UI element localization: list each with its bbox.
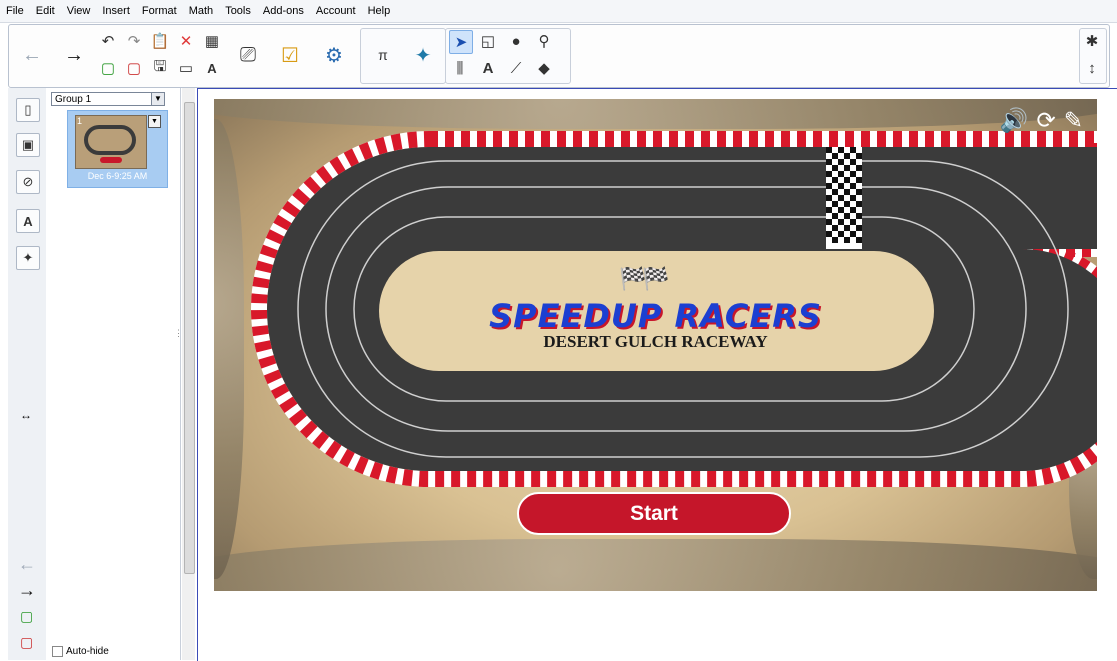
attachments-tab[interactable]: ⊘ <box>16 170 40 194</box>
add-page-icon[interactable]: ▢ <box>20 608 33 625</box>
screen-shade-icon[interactable]: ▭ <box>175 57 197 79</box>
menu-format[interactable]: Format <box>136 5 183 17</box>
game-title: SPEEDUP RACERS <box>489 297 822 335</box>
game-controls: 🔊 ⟳ ✎ <box>1000 107 1083 134</box>
shapes-icon[interactable]: ◱ <box>477 30 499 52</box>
start-button[interactable]: Start <box>517 492 791 535</box>
redo-icon[interactable]: ↷ <box>123 30 145 52</box>
table-icon[interactable]: ▦ <box>201 30 223 52</box>
fill-icon[interactable]: ● <box>505 30 527 52</box>
menu-file[interactable]: File <box>0 5 30 17</box>
checkered-flags-icon: 🏁🏁 <box>619 266 670 291</box>
gear-icon[interactable]: ✱ <box>1081 30 1103 52</box>
sorter-scrollbar[interactable] <box>182 88 195 660</box>
menu-math[interactable]: Math <box>183 5 219 17</box>
previous-page-icon[interactable]: ← <box>18 554 36 575</box>
page-sorter: Group 1 ▼ 1 ▼ Dec 6-9:25 AM ⋮ <box>46 88 183 660</box>
delete-icon[interactable]: ✕ <box>175 30 197 52</box>
menu-edit[interactable]: Edit <box>30 5 61 17</box>
menu-account[interactable]: Account <box>310 5 362 17</box>
chevron-down-icon[interactable]: ▼ <box>151 93 164 105</box>
gallery-tab[interactable]: ▣ <box>16 133 40 157</box>
magic-pen-icon[interactable]: ⚲ <box>533 30 555 52</box>
next-page-icon[interactable]: → <box>18 580 36 601</box>
game-subtitle: DESERT GULCH RACEWAY <box>543 332 768 351</box>
autohide-label: Auto-hide <box>66 646 109 657</box>
eraser-icon[interactable]: ◆ <box>533 57 555 79</box>
addons-icon[interactable]: ✦ <box>408 32 438 78</box>
page-thumbnail <box>75 115 147 169</box>
handwriting-icon[interactable]: A <box>201 57 223 79</box>
menu-tools[interactable]: Tools <box>219 5 257 17</box>
game-widget: 🏁🏁 SPEEDUP RACERS DESERT GULCH RACEWAY S… <box>214 99 1097 591</box>
resize-arrows-icon[interactable]: ↔ <box>20 408 32 422</box>
menu-bar: File Edit View Insert Format Math Tools … <box>0 0 1117 23</box>
restart-icon[interactable]: ⟳ <box>1036 107 1055 134</box>
menu-insert[interactable]: Insert <box>96 5 136 17</box>
thumbnail-track <box>84 125 136 155</box>
menu-help[interactable]: Help <box>362 5 397 17</box>
autohide-checkbox[interactable] <box>52 646 63 657</box>
line-icon[interactable]: ⟋ <box>505 57 527 79</box>
page-thumbnail-card[interactable]: 1 ▼ Dec 6-9:25 AM <box>67 110 168 188</box>
select-icon[interactable]: ➤ <box>449 30 473 54</box>
autohide-toggle[interactable]: Auto-hide <box>52 646 109 657</box>
undo-icon[interactable]: ↶ <box>97 30 119 52</box>
response-icon[interactable]: ☑ <box>275 32 305 78</box>
toolbar-move-icon[interactable]: ↕ <box>1081 57 1103 79</box>
properties-tab[interactable]: A <box>16 209 40 233</box>
back-arrow-icon[interactable]: ← <box>17 32 47 78</box>
scrollbar-thumb[interactable] <box>184 102 195 574</box>
delete-page-icon[interactable]: ▢ <box>123 57 145 79</box>
paste-icon[interactable]: 📋 <box>149 30 171 52</box>
speaker-icon[interactable]: 🔊 <box>1000 107 1029 134</box>
addons-tab[interactable]: ✦ <box>16 246 40 270</box>
widgets-icon[interactable]: ⚙ <box>319 32 349 78</box>
side-tabs: ▯ ▣ ⊘ A ✦ ↔ ← → ▢ ▢ <box>8 88 47 660</box>
thumbnail-menu-icon[interactable]: ▼ <box>148 115 161 128</box>
toolbar: ← → ↶ ↷ 📋 ✕ ▦ ▢ ▢ 🖫 ▭ A ⎚ ☑ ⚙ π ✦ ➤ ◱ ● … <box>8 24 1110 88</box>
page-number: 1 <box>77 116 83 126</box>
document-camera-icon[interactable]: ⎚ <box>233 32 263 78</box>
finish-line <box>826 147 862 249</box>
group-label: Group 1 <box>55 94 92 105</box>
group-select[interactable]: Group 1 ▼ <box>51 92 165 106</box>
text-icon[interactable]: A <box>477 57 499 79</box>
page-timestamp: Dec 6-9:25 AM <box>87 171 148 181</box>
thumbnail-start <box>100 157 122 163</box>
math-tools-icon[interactable]: π <box>368 32 398 78</box>
menu-view[interactable]: View <box>61 5 97 17</box>
add-page-icon[interactable]: ▢ <box>97 57 119 79</box>
menu-addons[interactable]: Add-ons <box>257 5 310 17</box>
page-sorter-tab[interactable]: ▯ <box>16 98 40 122</box>
measure-icon[interactable]: ⫼ <box>449 57 471 79</box>
forward-arrow-icon[interactable]: → <box>59 32 89 78</box>
delete-page-icon[interactable]: ▢ <box>20 634 33 651</box>
save-icon[interactable]: 🖫 <box>149 57 171 79</box>
pencil-icon[interactable]: ✎ <box>1064 107 1083 134</box>
